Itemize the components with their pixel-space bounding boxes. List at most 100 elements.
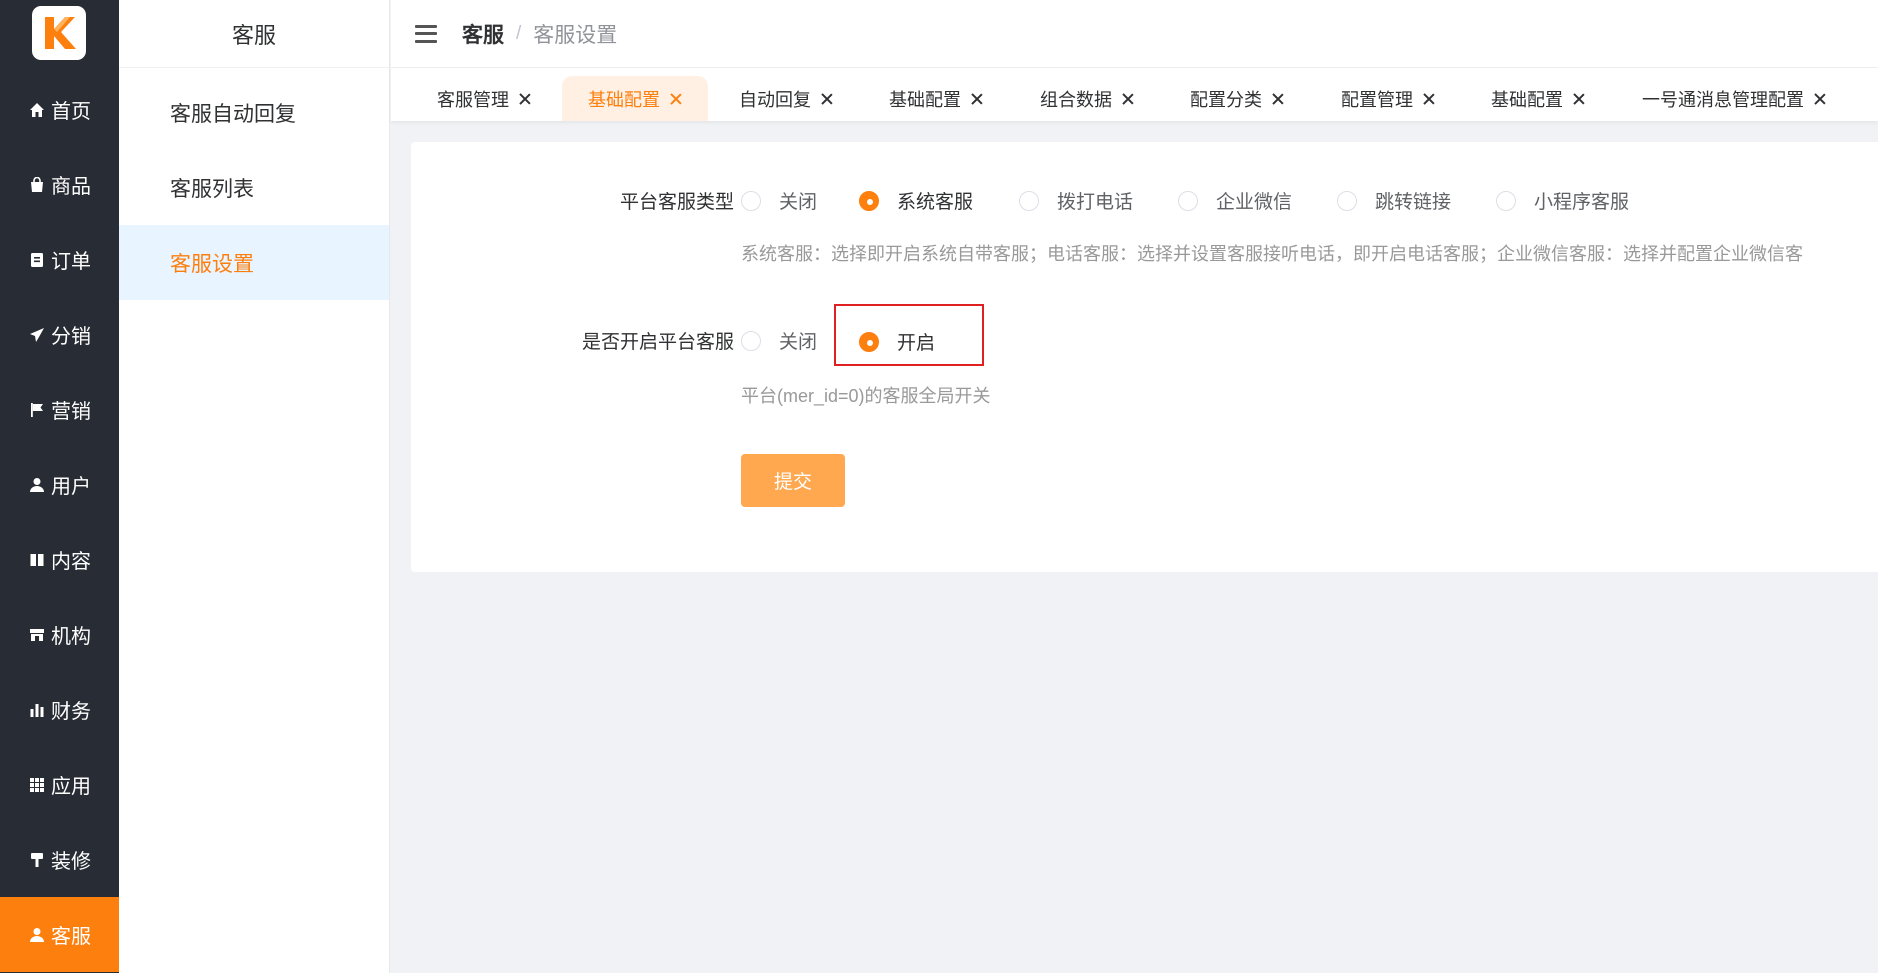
close-icon[interactable] [670,93,682,105]
radio-type-wecom[interactable]: 企业微信 [1178,187,1292,214]
radio-enable-off[interactable]: 关闭 [741,327,817,354]
radio-checked-icon [859,190,879,211]
tab-combined-data[interactable]: 组合数据 [1014,76,1160,121]
rail-item-label: 机构 [51,626,91,648]
tab-label: 基础配置 [1491,89,1563,110]
close-icon[interactable] [971,93,983,105]
radio-type-system[interactable]: 系统客服 [859,187,973,214]
menu-toggle-icon[interactable] [415,24,437,43]
radio-type-off[interactable]: 关闭 [741,187,817,214]
radio-label: 企业微信 [1216,192,1293,213]
close-icon[interactable] [1423,93,1435,105]
rail-item-finance[interactable]: 财务 [0,672,119,747]
logo-k-icon [45,17,76,49]
radio-circle-icon [1337,190,1357,211]
tabs-bar: 客服管理 基础配置 自动回复 基础配置 组合数据 配置分类 配置管理 基础配置 … [391,68,1878,121]
book-icon [28,551,46,569]
sub-menu: 客服 客服自动回复 客服列表 客服设置 [119,0,390,973]
rail-item-goods[interactable]: 商品 [0,147,119,222]
rail-item-label: 订单 [51,251,91,273]
rail-item-label: 客服 [51,926,91,948]
rail-item-label: 应用 [51,776,91,798]
radio-label: 系统客服 [897,192,974,213]
enable-service-label: 是否开启平台客服 [581,332,734,353]
grid-icon [28,776,46,794]
tab-label: 配置分类 [1190,89,1262,110]
tab-config-category[interactable]: 配置分类 [1164,76,1310,121]
radio-label: 跳转链接 [1375,192,1452,213]
order-icon [28,251,46,269]
radio-circle-icon [1496,190,1516,211]
rail-item-label: 首页 [51,101,91,123]
breadcrumb-root[interactable]: 客服 [462,19,504,49]
rail-item-marketing[interactable]: 营销 [0,372,119,447]
rail-item-content[interactable]: 内容 [0,522,119,597]
rail-item-label: 内容 [51,551,91,573]
submit-button[interactable]: 提交 [741,454,845,507]
radio-type-miniprogram[interactable]: 小程序客服 [1496,187,1629,214]
rail-item-apps[interactable]: 应用 [0,747,119,822]
rail-item-customer-service[interactable]: 客服 [0,897,119,972]
rail-item-orders[interactable]: 订单 [0,222,119,297]
close-icon[interactable] [1573,93,1585,105]
close-icon[interactable] [519,93,531,105]
radio-circle-icon [741,190,761,211]
user-icon [28,476,46,494]
main-nav-rail: 首页 商品 订单 分销 营销 用户 内容 机构 财务 应用 装修 客服 [0,0,119,973]
tab-config-management[interactable]: 配置管理 [1315,76,1461,121]
radio-label: 关闭 [779,332,818,353]
radio-circle-icon [1019,190,1039,211]
rail-item-organization[interactable]: 机构 [0,597,119,672]
close-icon[interactable] [821,93,833,105]
flag-icon [28,401,46,419]
submenu-item-service-list[interactable]: 客服列表 [119,150,389,225]
tab-auto-reply[interactable]: 自动回复 [713,76,859,121]
enable-service-hint: 平台(mer_id=0)的客服全局开关 [741,386,991,406]
tab-label: 配置管理 [1341,89,1413,110]
tab-basic-config-2[interactable]: 基础配置 [863,76,1009,121]
tab-service-management[interactable]: 客服管理 [411,76,557,121]
tab-label: 客服管理 [437,89,509,110]
tab-basic-config-active[interactable]: 基础配置 [562,76,708,121]
bag-icon [28,176,46,194]
submenu-item-auto-reply[interactable]: 客服自动回复 [119,75,389,150]
store-icon [28,626,46,644]
breadcrumb-current: 客服设置 [533,23,618,47]
rail-item-label: 营销 [51,401,91,423]
radio-label: 拨打电话 [1057,192,1134,213]
selection-highlight-box [834,304,984,366]
rail-item-label: 用户 [51,476,91,498]
close-icon[interactable] [1814,93,1826,105]
send-icon [28,326,46,344]
brush-icon [28,851,46,869]
tab-yihaotong-message-config[interactable]: 一号通消息管理配置 [1616,76,1852,121]
close-icon[interactable] [1272,93,1284,105]
service-type-hint: 系统客服：选择即开启系统自带客服；电话客服：选择并设置客服接听电话，即开启电话客… [741,244,1803,264]
tab-label: 一号通消息管理配置 [1642,89,1804,110]
home-icon [28,101,46,119]
rail-item-users[interactable]: 用户 [0,447,119,522]
rail-item-home[interactable]: 首页 [0,72,119,147]
radio-type-phone[interactable]: 拨打电话 [1019,187,1133,214]
tab-label: 基础配置 [889,89,961,110]
tab-label: 组合数据 [1040,89,1112,110]
rail-item-decoration[interactable]: 装修 [0,822,119,897]
tab-label: 基础配置 [588,89,660,110]
rail-item-distribution[interactable]: 分销 [0,297,119,372]
radio-type-link[interactable]: 跳转链接 [1337,187,1451,214]
app-logo[interactable] [32,6,86,60]
tab-label: 自动回复 [739,89,811,110]
top-header: 客服 / 客服设置 [391,0,1878,68]
rail-item-label: 分销 [51,326,91,348]
submenu-title: 客服 [119,0,389,68]
user-icon [28,926,46,944]
submenu-item-service-settings[interactable]: 客服设置 [119,225,389,300]
radio-label: 小程序客服 [1534,192,1630,213]
tab-basic-config-3[interactable]: 基础配置 [1465,76,1611,121]
close-icon[interactable] [1122,93,1134,105]
radio-circle-icon [1178,190,1198,211]
service-type-label: 平台客服类型 [619,192,734,213]
settings-card: 平台客服类型 关闭 系统客服 拨打电话 企业微信 跳转链接 小程序客服 系统客服… [411,142,1878,572]
bar-chart-icon [28,701,46,719]
breadcrumb-separator: / [516,22,522,44]
